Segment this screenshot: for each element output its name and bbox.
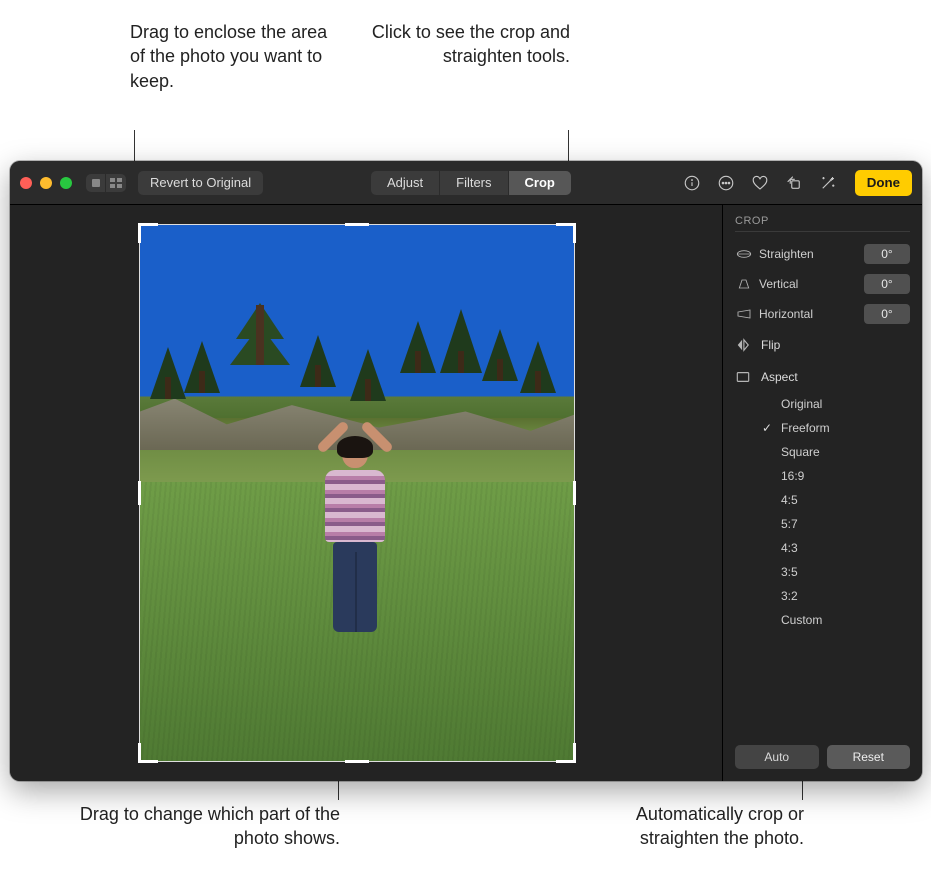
panel-title: CROP [735, 215, 910, 227]
horizontal-perspective-icon [735, 307, 753, 321]
horizontal-row[interactable]: Horizontal 0° [735, 302, 910, 326]
straighten-icon [735, 247, 753, 261]
revert-to-original-button[interactable]: Revert to Original [138, 171, 263, 195]
minimize-window-button[interactable] [40, 177, 52, 189]
straighten-label: Straighten [759, 247, 858, 261]
straighten-row[interactable]: Straighten 0° [735, 242, 910, 266]
crop-handle-top[interactable] [345, 223, 369, 226]
crop-frame[interactable] [140, 225, 574, 761]
straighten-value[interactable]: 0° [864, 244, 910, 264]
aspect-row[interactable]: Aspect [735, 364, 910, 390]
flip-label: Flip [761, 338, 780, 352]
aspect-label-3-2: 3:2 [781, 589, 798, 603]
crop-handle-tr[interactable] [556, 223, 576, 243]
callout-crop-area: Drag to enclose the area of the photo yo… [130, 20, 330, 93]
window-controls [20, 177, 72, 189]
person-subject [318, 438, 392, 648]
aspect-label-freeform: Freeform [781, 421, 830, 435]
close-window-button[interactable] [20, 177, 32, 189]
aspect-original[interactable]: Original [761, 392, 910, 416]
horizontal-label: Horizontal [759, 307, 858, 321]
vertical-perspective-icon [735, 277, 753, 291]
aspect-label-3-5: 3:5 [781, 565, 798, 579]
aspect-4-3[interactable]: 4:3 [761, 536, 910, 560]
crop-handle-bl[interactable] [138, 743, 158, 763]
callout-auto: Automatically crop or straighten the pho… [564, 802, 804, 851]
aspect-3-2[interactable]: 3:2 [761, 584, 910, 608]
aspect-3-5[interactable]: 3:5 [761, 560, 910, 584]
tab-crop[interactable]: Crop [509, 171, 571, 195]
crop-sidebar: CROP Straighten 0° Vertical 0° Horizonta… [722, 205, 922, 781]
done-button[interactable]: Done [855, 170, 912, 196]
fullscreen-window-button[interactable] [60, 177, 72, 189]
canvas-area [10, 205, 722, 781]
crop-handle-right[interactable] [573, 481, 576, 505]
aspect-label-square: Square [781, 445, 820, 459]
tab-adjust[interactable]: Adjust [371, 171, 440, 195]
aspect-square[interactable]: Square [761, 440, 910, 464]
rotate-icon[interactable] [781, 171, 807, 195]
auto-crop-button[interactable]: Auto [735, 745, 819, 769]
vertical-label: Vertical [759, 277, 858, 291]
callout-crop-tab: Click to see the crop and straighten too… [370, 20, 570, 69]
crop-handle-left[interactable] [138, 481, 141, 505]
more-icon[interactable] [713, 171, 739, 195]
horizontal-value[interactable]: 0° [864, 304, 910, 324]
info-icon[interactable] [679, 171, 705, 195]
aspect-icon [735, 370, 751, 384]
aspect-4-5[interactable]: 4:5 [761, 488, 910, 512]
flip-icon [735, 338, 751, 352]
reset-crop-button[interactable]: Reset [827, 745, 911, 769]
flip-row[interactable]: Flip [735, 332, 910, 358]
aspect-5-7[interactable]: 5:7 [761, 512, 910, 536]
crop-handle-bottom[interactable] [345, 760, 369, 763]
vertical-value[interactable]: 0° [864, 274, 910, 294]
aspect-list: Original ✓ Freeform Square 16:9 4:5 5:7 4… [761, 392, 910, 632]
callout-drag-photo: Drag to change which part of the photo s… [50, 802, 340, 851]
tab-filters[interactable]: Filters [440, 171, 508, 195]
vertical-row[interactable]: Vertical 0° [735, 272, 910, 296]
aspect-label-original: Original [781, 397, 822, 411]
aspect-custom[interactable]: Custom [761, 608, 910, 632]
crop-handle-br[interactable] [556, 743, 576, 763]
aspect-label-16-9: 16:9 [781, 469, 804, 483]
toolbar: Revert to Original Adjust Filters Crop D… [10, 161, 922, 205]
favorite-heart-icon[interactable] [747, 171, 773, 195]
photo-preview[interactable] [140, 225, 574, 761]
aspect-label-5-7: 5:7 [781, 517, 798, 531]
aspect-label-4-3: 4:3 [781, 541, 798, 555]
aspect-label-custom: Custom [781, 613, 822, 627]
aspect-freeform[interactable]: ✓ Freeform [761, 416, 910, 440]
divider [735, 231, 910, 232]
sidebar-footer: Auto Reset [735, 745, 910, 769]
edit-tabs: Adjust Filters Crop [371, 171, 571, 195]
aspect-16-9[interactable]: 16:9 [761, 464, 910, 488]
view-mode-toggle[interactable] [86, 174, 126, 192]
crop-handle-tl[interactable] [138, 223, 158, 243]
auto-enhance-wand-icon[interactable] [815, 171, 841, 195]
aspect-label: Aspect [761, 370, 798, 384]
aspect-label-4-5: 4:5 [781, 493, 798, 507]
photos-edit-window: Revert to Original Adjust Filters Crop D… [10, 161, 922, 781]
checkmark-icon: ✓ [761, 421, 773, 435]
